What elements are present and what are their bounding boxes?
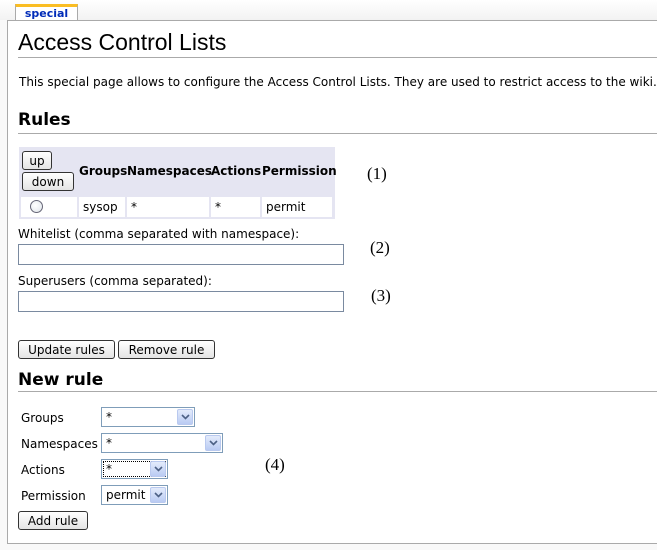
table-cell-groups: sysop bbox=[79, 197, 125, 217]
tab-special[interactable]: special bbox=[15, 4, 78, 21]
new-rule-divider bbox=[18, 391, 657, 392]
down-button[interactable]: down bbox=[22, 172, 74, 191]
namespaces-select-value: * bbox=[106, 436, 112, 450]
groups-label: Groups bbox=[21, 411, 64, 425]
annotation-1: (1) bbox=[367, 164, 387, 183]
update-rules-button[interactable]: Update rules bbox=[18, 340, 115, 359]
rule-radio[interactable] bbox=[30, 200, 43, 213]
permission-select-value: permit bbox=[106, 488, 146, 502]
annotation-4: (4) bbox=[265, 455, 285, 474]
table-cell-namespaces: * bbox=[127, 197, 209, 217]
remove-rule-button[interactable]: Remove rule bbox=[118, 340, 215, 359]
add-rule-button[interactable]: Add rule bbox=[18, 511, 88, 530]
actions-select-value: * bbox=[106, 462, 112, 476]
superusers-label: Superusers (comma separated): bbox=[18, 274, 212, 288]
groups-select-value: * bbox=[106, 410, 112, 424]
groups-select[interactable]: * bbox=[101, 407, 195, 427]
column-header-actions: Actions bbox=[211, 164, 262, 178]
table-cell-actions: * bbox=[211, 197, 260, 217]
namespaces-select[interactable]: * bbox=[101, 433, 223, 453]
chevron-down-icon[interactable] bbox=[177, 409, 193, 425]
actions-select[interactable]: * bbox=[101, 459, 168, 479]
up-button[interactable]: up bbox=[22, 151, 52, 170]
whitelist-label: Whitelist (comma separated with namespac… bbox=[18, 227, 300, 241]
annotation-2: (2) bbox=[370, 238, 390, 257]
intro-text: This special page allows to configure th… bbox=[19, 75, 657, 89]
permission-label: Permission bbox=[21, 489, 86, 503]
superusers-input[interactable] bbox=[18, 291, 344, 312]
namespaces-label: Namespaces bbox=[21, 437, 98, 451]
column-header-namespaces: Namespaces bbox=[127, 164, 213, 178]
top-strip bbox=[0, 0, 657, 20]
whitelist-input[interactable] bbox=[18, 244, 344, 265]
new-rule-heading: New rule bbox=[18, 370, 104, 390]
column-header-groups: Groups bbox=[79, 164, 128, 178]
chevron-down-icon[interactable] bbox=[150, 487, 166, 503]
page-title: Access Control Lists bbox=[18, 29, 227, 55]
title-divider bbox=[18, 57, 657, 58]
column-header-permission: Permission bbox=[262, 164, 337, 178]
content-area: Access Control Lists This special page a… bbox=[7, 20, 657, 544]
actions-label: Actions bbox=[21, 463, 65, 477]
permission-select[interactable]: permit bbox=[101, 485, 168, 505]
annotation-3: (3) bbox=[371, 286, 391, 305]
rules-divider bbox=[18, 133, 657, 134]
chevron-down-icon[interactable] bbox=[205, 435, 221, 451]
rules-heading: Rules bbox=[18, 110, 71, 130]
chevron-down-icon[interactable] bbox=[150, 461, 166, 477]
table-cell-permission: permit bbox=[262, 197, 332, 217]
